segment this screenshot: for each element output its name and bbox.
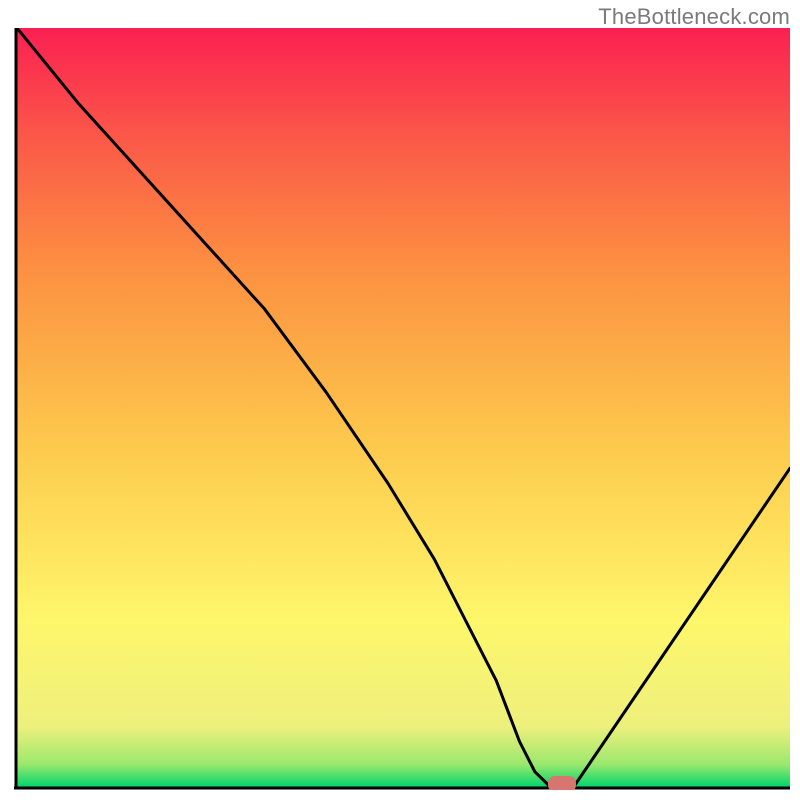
optimal-point-marker bbox=[548, 776, 576, 790]
gradient-background bbox=[17, 28, 790, 787]
chart-container: TheBottleneck.com bbox=[0, 0, 800, 800]
watermark-text: TheBottleneck.com bbox=[598, 4, 790, 30]
bottleneck-chart bbox=[14, 28, 790, 790]
